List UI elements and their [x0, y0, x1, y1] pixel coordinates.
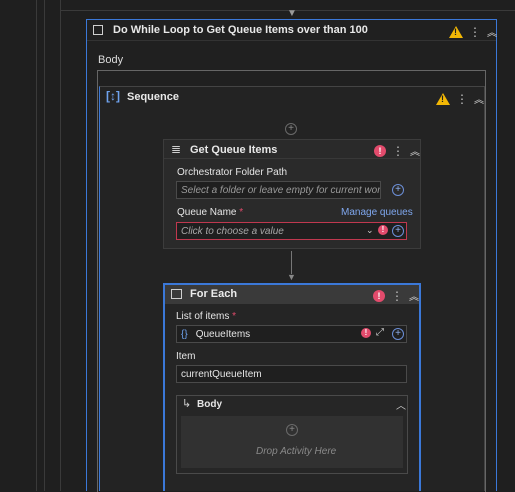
collapse-icon[interactable]: ︿ [396, 397, 406, 412]
add-activity-button[interactable]: + [285, 123, 297, 135]
for-each-header[interactable]: For Each ! ⋮ ︽ [165, 285, 419, 304]
error-icon: ! [378, 225, 388, 235]
folder-path-label: Orchestrator Folder Path [177, 167, 288, 178]
warning-icon [449, 25, 463, 38]
list-items-label: List of items * [176, 311, 237, 322]
more-options-icon[interactable]: ⋮ [456, 93, 468, 105]
queue-name-input[interactable]: Click to choose a value ⌄ ! + [176, 222, 407, 240]
guide-line [60, 0, 61, 491]
for-each-body[interactable]: ↳ Body ︿ + Drop Activity Here [176, 395, 408, 474]
drop-zone[interactable]: + Drop Activity Here [181, 416, 403, 468]
more-options-icon[interactable]: ⋮ [469, 26, 481, 38]
sequence-title: Sequence [127, 91, 179, 103]
collapse-icon[interactable]: ︽ [474, 91, 484, 106]
do-while-header[interactable]: Do While Loop to Get Queue Items over th… [87, 20, 497, 41]
more-options-icon[interactable]: ⋮ [392, 145, 404, 157]
error-icon: ! [374, 144, 386, 157]
collapse-icon[interactable]: ︽ [487, 24, 497, 39]
body-label: Body [98, 54, 124, 66]
add-activity-icon: + [286, 424, 298, 436]
body-title: Body [197, 399, 222, 410]
list-add-button[interactable]: + [392, 328, 404, 340]
dropdown-chevron-icon[interactable]: ⌄ [366, 225, 374, 236]
expression-icon: {} [181, 328, 188, 340]
warning-icon [436, 92, 450, 105]
error-icon: ! [373, 289, 385, 302]
for-each-icon [171, 289, 182, 299]
do-while-title: Do While Loop to Get Queue Items over th… [113, 24, 368, 36]
get-queue-header[interactable]: ≣ Get Queue Items ! ⋮ ︽ [164, 140, 420, 159]
collapse-icon[interactable]: ︽ [410, 143, 420, 158]
do-while-icon [93, 25, 103, 35]
item-input[interactable]: currentQueueItem [176, 365, 407, 383]
drop-activity-text: Drop Activity Here [256, 446, 337, 457]
for-each-activity[interactable]: For Each ! ⋮ ︽ List of items * {} QueueI… [163, 283, 421, 491]
for-each-title: For Each [190, 288, 238, 300]
body-arrow-icon: ↳ [182, 398, 192, 410]
manage-queues-link[interactable]: Manage queues [341, 207, 413, 218]
queue-list-icon: ≣ [171, 142, 182, 156]
sequence-icon: [↕] [106, 89, 120, 103]
folder-path-input[interactable]: Select a folder or leave empty for curre… [176, 181, 381, 199]
list-items-input[interactable]: {} QueueItems ! ⤢ + [176, 325, 407, 343]
queue-add-button[interactable]: + [392, 225, 404, 237]
item-label: Item [176, 351, 196, 362]
connector-arrow-icon: ▼ [287, 272, 296, 282]
connector-arrow-icon: ▼ [287, 8, 297, 19]
more-options-icon[interactable]: ⋮ [391, 290, 403, 302]
body-header[interactable]: ↳ Body ︿ [177, 396, 407, 412]
guide-line [36, 0, 37, 491]
get-queue-items-activity[interactable]: ≣ Get Queue Items ! ⋮ ︽ Orchestrator Fol… [163, 139, 421, 249]
collapse-icon[interactable]: ︽ [409, 288, 419, 303]
connector-line [291, 251, 292, 274]
guide-line [44, 0, 45, 491]
error-icon: ! [361, 328, 371, 338]
queue-name-label: Queue Name * [177, 207, 244, 218]
folder-add-button[interactable]: + [392, 184, 404, 196]
sequence-header[interactable]: [↕] Sequence ⋮ ︽ [100, 87, 484, 107]
get-queue-title: Get Queue Items [190, 144, 278, 156]
expand-icon[interactable]: ⤢ [376, 327, 384, 338]
